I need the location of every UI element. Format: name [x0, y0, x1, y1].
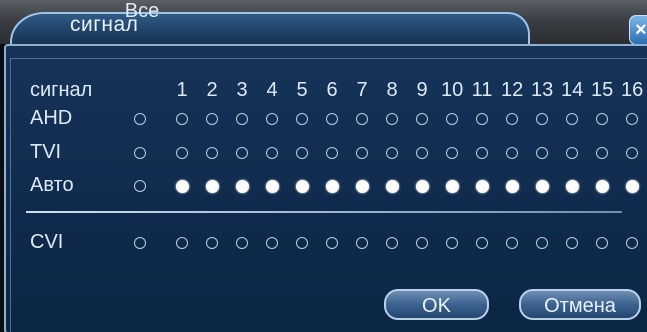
radio-channel-1[interactable]: [176, 237, 188, 249]
radio-channel-5[interactable]: [296, 147, 308, 159]
radio-channel-9[interactable]: [416, 237, 428, 249]
radio-channel-8[interactable]: [386, 147, 398, 159]
radio-channel-12[interactable]: [506, 113, 518, 125]
radio-channel-9[interactable]: [416, 147, 428, 159]
radio-channel-6[interactable]: [326, 237, 338, 249]
radio-channel-1[interactable]: [176, 180, 189, 193]
radio-channel-10[interactable]: [446, 147, 458, 159]
radio-channel-10[interactable]: [446, 237, 458, 249]
radio-channel-8[interactable]: [386, 113, 398, 125]
radio-channel-10[interactable]: [446, 180, 459, 193]
radio-channel-12[interactable]: [506, 180, 519, 193]
channel-header-9: 9: [416, 79, 428, 101]
radio-channel-4[interactable]: [266, 180, 279, 193]
radio-channel-11[interactable]: [476, 237, 488, 249]
channel-header-8: 8: [386, 79, 398, 101]
row-label-0: AHD: [30, 107, 73, 129]
cancel-button[interactable]: Отмена: [519, 289, 641, 320]
radio-channel-15[interactable]: [596, 237, 608, 249]
radio-channel-12[interactable]: [506, 147, 518, 159]
radio-channel-2[interactable]: [206, 113, 218, 125]
channel-header-11: 11: [471, 79, 493, 101]
radio-all[interactable]: [134, 180, 146, 192]
radio-channel-2[interactable]: [206, 237, 218, 249]
radio-channel-13[interactable]: [536, 147, 548, 159]
radio-channel-1[interactable]: [176, 113, 188, 125]
channel-header-4: 4: [266, 79, 278, 101]
radio-all[interactable]: [134, 113, 146, 125]
header-signal-label: сигнал: [30, 79, 93, 101]
radio-channel-11[interactable]: [476, 147, 488, 159]
radio-channel-9[interactable]: [416, 113, 428, 125]
radio-channel-14[interactable]: [566, 113, 578, 125]
radio-channel-4[interactable]: [266, 113, 278, 125]
radio-channel-16[interactable]: [626, 113, 638, 125]
channel-header-6: 6: [326, 79, 338, 101]
radio-channel-8[interactable]: [386, 237, 398, 249]
radio-channel-13[interactable]: [536, 113, 548, 125]
radio-channel-14[interactable]: [566, 147, 578, 159]
radio-channel-7[interactable]: [356, 180, 369, 193]
radio-channel-10[interactable]: [446, 113, 458, 125]
radio-channel-13[interactable]: [536, 180, 549, 193]
radio-channel-8[interactable]: [386, 180, 399, 193]
radio-channel-4[interactable]: [266, 147, 278, 159]
radio-channel-4[interactable]: [266, 237, 278, 249]
radio-channel-6[interactable]: [326, 180, 339, 193]
ok-button[interactable]: OK: [384, 289, 489, 320]
radio-channel-15[interactable]: [596, 113, 608, 125]
radio-channel-13[interactable]: [536, 237, 548, 249]
row-label-2: Авто: [30, 174, 74, 196]
radio-channel-12[interactable]: [506, 237, 518, 249]
radio-channel-9[interactable]: [416, 180, 429, 193]
radio-channel-5[interactable]: [296, 113, 308, 125]
channel-header-13: 13: [531, 79, 554, 101]
radio-channel-1[interactable]: [176, 147, 188, 159]
channel-header-2: 2: [206, 79, 218, 101]
radio-channel-16[interactable]: [626, 147, 638, 159]
radio-channel-16[interactable]: [626, 180, 639, 193]
radio-channel-6[interactable]: [326, 113, 338, 125]
radio-channel-14[interactable]: [566, 237, 578, 249]
signal-dialog: сигнал × сигнал Все 1 2 3 4 5 6 7 8 9 10 11 12 13 14 1…: [0, 0, 647, 332]
radio-channel-16[interactable]: [626, 237, 638, 249]
radio-channel-2[interactable]: [206, 147, 218, 159]
radio-channel-3[interactable]: [236, 147, 248, 159]
channel-header-10: 10: [441, 79, 464, 101]
channel-header-1: 1: [176, 79, 188, 101]
header-all-label: Все: [124, 0, 160, 22]
radio-channel-3[interactable]: [236, 180, 249, 193]
radio-channel-5[interactable]: [296, 180, 309, 193]
channel-header-12: 12: [501, 79, 524, 101]
radio-all[interactable]: [134, 237, 146, 249]
radio-channel-5[interactable]: [296, 237, 308, 249]
radio-all[interactable]: [134, 147, 146, 159]
close-icon[interactable]: ×: [629, 15, 647, 45]
radio-channel-15[interactable]: [596, 147, 608, 159]
radio-channel-14[interactable]: [566, 180, 579, 193]
radio-channel-3[interactable]: [236, 237, 248, 249]
channel-header-14: 14: [561, 79, 584, 101]
channel-header-7: 7: [356, 79, 368, 101]
channel-header-5: 5: [296, 79, 308, 101]
radio-channel-7[interactable]: [356, 113, 368, 125]
radio-channel-11[interactable]: [476, 113, 488, 125]
radio-channel-7[interactable]: [356, 237, 368, 249]
channel-header-15: 15: [591, 79, 614, 101]
row-label-3: CVI: [30, 231, 64, 253]
radio-channel-3[interactable]: [236, 113, 248, 125]
radio-channel-15[interactable]: [596, 180, 609, 193]
radio-channel-11[interactable]: [476, 180, 489, 193]
channel-header-3: 3: [236, 79, 248, 101]
title-bar: сигнал ×: [0, 0, 647, 46]
divider: [26, 211, 622, 213]
channel-header-16: 16: [621, 79, 644, 101]
row-label-1: TVI: [30, 141, 62, 163]
radio-channel-2[interactable]: [206, 180, 219, 193]
radio-channel-7[interactable]: [356, 147, 368, 159]
radio-channel-6[interactable]: [326, 147, 338, 159]
